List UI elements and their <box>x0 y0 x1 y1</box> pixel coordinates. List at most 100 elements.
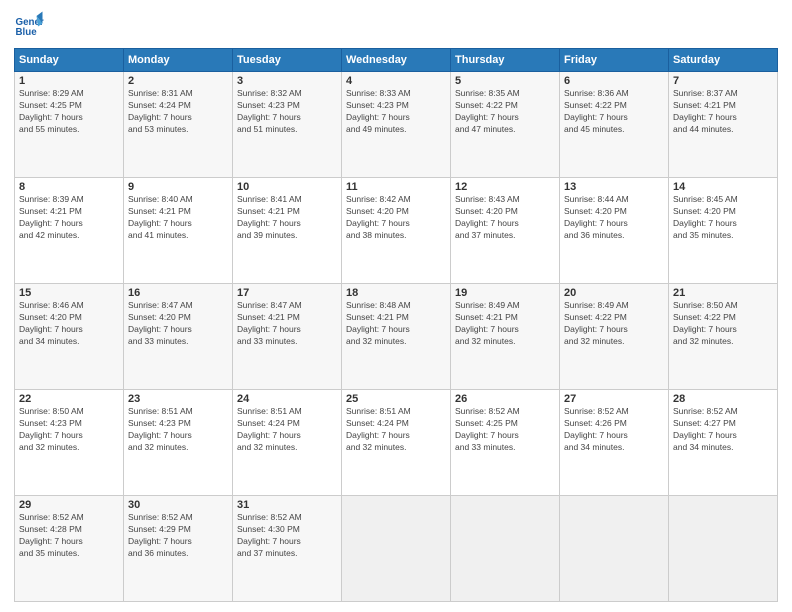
day-info: Sunrise: 8:51 AM Sunset: 4:24 PM Dayligh… <box>346 406 446 454</box>
day-info: Sunrise: 8:52 AM Sunset: 4:30 PM Dayligh… <box>237 512 337 560</box>
day-info: Sunrise: 8:41 AM Sunset: 4:21 PM Dayligh… <box>237 194 337 242</box>
day-number: 15 <box>19 287 119 299</box>
calendar-cell: 8Sunrise: 8:39 AM Sunset: 4:21 PM Daylig… <box>15 178 124 284</box>
weekday-header-wednesday: Wednesday <box>342 49 451 72</box>
day-number: 29 <box>19 499 119 511</box>
calendar-cell: 1Sunrise: 8:29 AM Sunset: 4:25 PM Daylig… <box>15 72 124 178</box>
calendar-cell: 21Sunrise: 8:50 AM Sunset: 4:22 PM Dayli… <box>669 284 778 390</box>
day-info: Sunrise: 8:45 AM Sunset: 4:20 PM Dayligh… <box>673 194 773 242</box>
weekday-header-monday: Monday <box>124 49 233 72</box>
day-info: Sunrise: 8:52 AM Sunset: 4:28 PM Dayligh… <box>19 512 119 560</box>
calendar-cell: 23Sunrise: 8:51 AM Sunset: 4:23 PM Dayli… <box>124 390 233 496</box>
calendar-cell: 22Sunrise: 8:50 AM Sunset: 4:23 PM Dayli… <box>15 390 124 496</box>
calendar-cell: 14Sunrise: 8:45 AM Sunset: 4:20 PM Dayli… <box>669 178 778 284</box>
day-info: Sunrise: 8:49 AM Sunset: 4:21 PM Dayligh… <box>455 300 555 348</box>
day-info: Sunrise: 8:32 AM Sunset: 4:23 PM Dayligh… <box>237 88 337 136</box>
day-number: 13 <box>564 181 664 193</box>
calendar-cell: 31Sunrise: 8:52 AM Sunset: 4:30 PM Dayli… <box>233 496 342 602</box>
calendar-week-row: 1Sunrise: 8:29 AM Sunset: 4:25 PM Daylig… <box>15 72 778 178</box>
calendar-cell: 26Sunrise: 8:52 AM Sunset: 4:25 PM Dayli… <box>451 390 560 496</box>
day-info: Sunrise: 8:36 AM Sunset: 4:22 PM Dayligh… <box>564 88 664 136</box>
day-info: Sunrise: 8:48 AM Sunset: 4:21 PM Dayligh… <box>346 300 446 348</box>
day-number: 20 <box>564 287 664 299</box>
weekday-header-row: SundayMondayTuesdayWednesdayThursdayFrid… <box>15 49 778 72</box>
day-info: Sunrise: 8:47 AM Sunset: 4:20 PM Dayligh… <box>128 300 228 348</box>
calendar-cell: 11Sunrise: 8:42 AM Sunset: 4:20 PM Dayli… <box>342 178 451 284</box>
day-number: 11 <box>346 181 446 193</box>
calendar-week-row: 29Sunrise: 8:52 AM Sunset: 4:28 PM Dayli… <box>15 496 778 602</box>
day-number: 8 <box>19 181 119 193</box>
day-number: 12 <box>455 181 555 193</box>
calendar-cell: 3Sunrise: 8:32 AM Sunset: 4:23 PM Daylig… <box>233 72 342 178</box>
day-info: Sunrise: 8:37 AM Sunset: 4:21 PM Dayligh… <box>673 88 773 136</box>
day-number: 25 <box>346 393 446 405</box>
day-number: 28 <box>673 393 773 405</box>
calendar-cell: 29Sunrise: 8:52 AM Sunset: 4:28 PM Dayli… <box>15 496 124 602</box>
calendar-cell: 20Sunrise: 8:49 AM Sunset: 4:22 PM Dayli… <box>560 284 669 390</box>
calendar-cell: 10Sunrise: 8:41 AM Sunset: 4:21 PM Dayli… <box>233 178 342 284</box>
calendar-cell <box>669 496 778 602</box>
logo: General Blue <box>14 10 44 40</box>
calendar-cell: 12Sunrise: 8:43 AM Sunset: 4:20 PM Dayli… <box>451 178 560 284</box>
weekday-header-thursday: Thursday <box>451 49 560 72</box>
day-info: Sunrise: 8:29 AM Sunset: 4:25 PM Dayligh… <box>19 88 119 136</box>
calendar-cell <box>342 496 451 602</box>
day-info: Sunrise: 8:47 AM Sunset: 4:21 PM Dayligh… <box>237 300 337 348</box>
page-header: General Blue <box>14 10 778 40</box>
calendar-cell <box>560 496 669 602</box>
day-info: Sunrise: 8:46 AM Sunset: 4:20 PM Dayligh… <box>19 300 119 348</box>
day-info: Sunrise: 8:42 AM Sunset: 4:20 PM Dayligh… <box>346 194 446 242</box>
day-number: 31 <box>237 499 337 511</box>
svg-text:Blue: Blue <box>16 27 38 38</box>
calendar-week-row: 8Sunrise: 8:39 AM Sunset: 4:21 PM Daylig… <box>15 178 778 284</box>
calendar-cell: 27Sunrise: 8:52 AM Sunset: 4:26 PM Dayli… <box>560 390 669 496</box>
day-number: 23 <box>128 393 228 405</box>
weekday-header-sunday: Sunday <box>15 49 124 72</box>
day-info: Sunrise: 8:51 AM Sunset: 4:24 PM Dayligh… <box>237 406 337 454</box>
calendar-cell: 13Sunrise: 8:44 AM Sunset: 4:20 PM Dayli… <box>560 178 669 284</box>
day-info: Sunrise: 8:40 AM Sunset: 4:21 PM Dayligh… <box>128 194 228 242</box>
calendar-cell: 28Sunrise: 8:52 AM Sunset: 4:27 PM Dayli… <box>669 390 778 496</box>
day-number: 9 <box>128 181 228 193</box>
day-info: Sunrise: 8:50 AM Sunset: 4:23 PM Dayligh… <box>19 406 119 454</box>
day-number: 26 <box>455 393 555 405</box>
calendar-table: SundayMondayTuesdayWednesdayThursdayFrid… <box>14 48 778 602</box>
day-number: 30 <box>128 499 228 511</box>
calendar-cell: 5Sunrise: 8:35 AM Sunset: 4:22 PM Daylig… <box>451 72 560 178</box>
calendar-cell <box>451 496 560 602</box>
day-info: Sunrise: 8:49 AM Sunset: 4:22 PM Dayligh… <box>564 300 664 348</box>
logo-icon: General Blue <box>14 10 44 40</box>
day-number: 6 <box>564 75 664 87</box>
calendar-cell: 7Sunrise: 8:37 AM Sunset: 4:21 PM Daylig… <box>669 72 778 178</box>
day-info: Sunrise: 8:33 AM Sunset: 4:23 PM Dayligh… <box>346 88 446 136</box>
weekday-header-saturday: Saturday <box>669 49 778 72</box>
calendar-cell: 6Sunrise: 8:36 AM Sunset: 4:22 PM Daylig… <box>560 72 669 178</box>
calendar-cell: 4Sunrise: 8:33 AM Sunset: 4:23 PM Daylig… <box>342 72 451 178</box>
weekday-header-friday: Friday <box>560 49 669 72</box>
day-number: 16 <box>128 287 228 299</box>
calendar-cell: 18Sunrise: 8:48 AM Sunset: 4:21 PM Dayli… <box>342 284 451 390</box>
day-info: Sunrise: 8:52 AM Sunset: 4:25 PM Dayligh… <box>455 406 555 454</box>
calendar-cell: 16Sunrise: 8:47 AM Sunset: 4:20 PM Dayli… <box>124 284 233 390</box>
day-number: 10 <box>237 181 337 193</box>
day-number: 3 <box>237 75 337 87</box>
calendar-cell: 25Sunrise: 8:51 AM Sunset: 4:24 PM Dayli… <box>342 390 451 496</box>
day-info: Sunrise: 8:43 AM Sunset: 4:20 PM Dayligh… <box>455 194 555 242</box>
day-number: 19 <box>455 287 555 299</box>
day-info: Sunrise: 8:31 AM Sunset: 4:24 PM Dayligh… <box>128 88 228 136</box>
day-info: Sunrise: 8:39 AM Sunset: 4:21 PM Dayligh… <box>19 194 119 242</box>
day-number: 18 <box>346 287 446 299</box>
day-number: 14 <box>673 181 773 193</box>
day-number: 22 <box>19 393 119 405</box>
calendar-week-row: 22Sunrise: 8:50 AM Sunset: 4:23 PM Dayli… <box>15 390 778 496</box>
day-info: Sunrise: 8:51 AM Sunset: 4:23 PM Dayligh… <box>128 406 228 454</box>
calendar-cell: 2Sunrise: 8:31 AM Sunset: 4:24 PM Daylig… <box>124 72 233 178</box>
calendar-cell: 30Sunrise: 8:52 AM Sunset: 4:29 PM Dayli… <box>124 496 233 602</box>
day-number: 27 <box>564 393 664 405</box>
calendar-week-row: 15Sunrise: 8:46 AM Sunset: 4:20 PM Dayli… <box>15 284 778 390</box>
day-info: Sunrise: 8:52 AM Sunset: 4:29 PM Dayligh… <box>128 512 228 560</box>
calendar-cell: 19Sunrise: 8:49 AM Sunset: 4:21 PM Dayli… <box>451 284 560 390</box>
day-number: 2 <box>128 75 228 87</box>
day-number: 5 <box>455 75 555 87</box>
day-info: Sunrise: 8:52 AM Sunset: 4:26 PM Dayligh… <box>564 406 664 454</box>
